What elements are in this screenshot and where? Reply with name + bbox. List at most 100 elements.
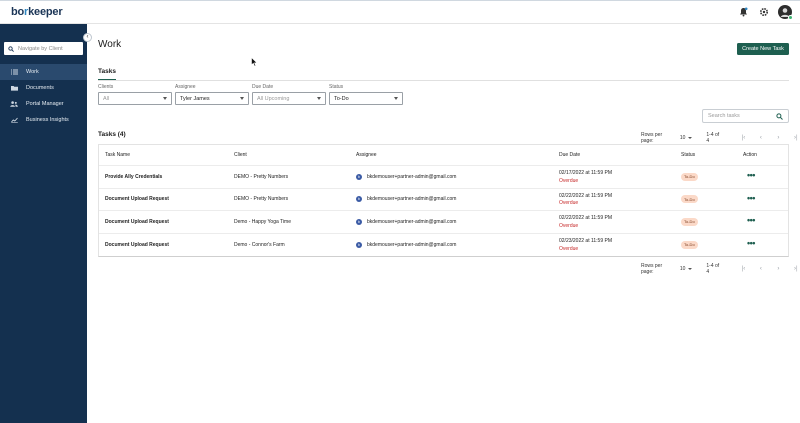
next-page-icon[interactable]: › [774, 134, 782, 143]
assignee-email: bkdemouser+partner-admin@gmail.com [367, 196, 457, 203]
table-row[interactable]: Document Upload Request Demo - Happy Yog… [99, 211, 788, 234]
clients-select[interactable]: All [98, 92, 172, 105]
clients-filter: Clients All [98, 84, 172, 105]
sidebar-item-label: Documents [26, 85, 54, 91]
assignee-email: bkdemouser+partner-admin@gmail.com [367, 218, 457, 225]
next-page-icon[interactable]: › [774, 265, 782, 274]
client-search-input[interactable]: Navigate by Client [4, 42, 83, 55]
top-bar: borkeeper [0, 0, 800, 24]
column-header-task-name[interactable]: Task Name [105, 145, 130, 165]
mouse-cursor-icon [251, 57, 258, 67]
overdue-label: Overdue [559, 222, 579, 229]
assignee-avatar: b [356, 173, 362, 180]
pagination-top: Rows per page: 10 1-4 of 4 |‹ ‹ › ›| [641, 132, 800, 144]
assignee-select-value: Tyler James [180, 95, 210, 102]
client-name: Demo - Connor's Farm [234, 241, 285, 248]
assignee-select[interactable]: Tyler James [175, 92, 249, 105]
column-header-status[interactable]: Status [681, 145, 695, 165]
sidebar-item-label: Portal Manager [26, 101, 64, 107]
page-range: 1-4 of 4 [706, 132, 720, 144]
sidebar-item-label: Work [26, 69, 39, 75]
folder-icon [10, 84, 18, 92]
chart-icon [10, 116, 18, 124]
task-name[interactable]: Document Upload Request [105, 219, 169, 225]
search-icon[interactable] [776, 113, 783, 120]
rows-per-page-label: Rows per page: [641, 263, 663, 275]
create-new-task-button[interactable]: Create New Task [737, 43, 789, 55]
status-select[interactable]: To-Do [329, 92, 403, 105]
last-page-icon[interactable]: ›| [792, 134, 800, 143]
due-date: 02/22/2022 at 11:59 PM [559, 192, 613, 199]
status-select-value: To-Do [334, 95, 349, 102]
sidebar-item-documents[interactable]: Documents [0, 80, 87, 96]
more-actions-icon[interactable]: ••• [747, 215, 755, 225]
first-page-icon[interactable]: |‹ [739, 134, 747, 143]
search-tasks-placeholder: Search tasks [708, 113, 740, 119]
sidebar-collapse-button[interactable]: ‹ [83, 33, 92, 42]
column-header-assignee[interactable]: Assignee [356, 145, 377, 165]
assignee-avatar: b [356, 196, 362, 203]
page-range: 1-4 of 4 [706, 263, 720, 275]
task-name[interactable]: Document Upload Request [105, 196, 169, 202]
search-tasks-input[interactable]: Search tasks [702, 109, 789, 123]
chevron-left-icon: ‹ [86, 34, 89, 40]
sidebar-item-label: Business Insights [26, 117, 69, 123]
prev-page-icon[interactable]: ‹ [757, 265, 765, 274]
user-avatar[interactable] [778, 5, 793, 20]
prev-page-icon[interactable]: ‹ [757, 134, 765, 143]
app-logo[interactable]: borkeeper [11, 6, 63, 18]
tab-bar: Tasks [98, 67, 789, 81]
table-row[interactable]: Document Upload Request Demo - Connor's … [99, 234, 788, 257]
rows-per-page-select[interactable]: 10 [680, 266, 693, 272]
task-name[interactable]: Provide Ally Credentials [105, 174, 162, 180]
first-page-icon[interactable]: |‹ [739, 265, 747, 274]
bell-icon[interactable] [736, 5, 750, 19]
sidebar: Navigate by Client Work Documents Portal… [0, 24, 87, 423]
main-content: Work Create New Task Tasks Clients All A… [87, 24, 800, 423]
sidebar-item-business-insights[interactable]: Business Insights [0, 112, 87, 128]
pagination-bottom: Rows per page: 10 1-4 of 4 |‹ ‹ › ›| [641, 263, 800, 275]
list-icon [10, 68, 18, 76]
status-filter: Status To-Do [329, 84, 403, 105]
table-row[interactable]: Document Upload Request DEMO - Pretty Nu… [99, 189, 788, 211]
due-date-select[interactable]: All Upcoming [252, 92, 326, 105]
more-actions-icon[interactable]: ••• [747, 193, 755, 203]
clients-filter-label: Clients [98, 84, 114, 90]
table-row[interactable]: Provide Ally Credentials DEMO - Pretty N… [99, 166, 788, 189]
more-actions-icon[interactable]: ••• [747, 238, 755, 248]
tab-tasks[interactable]: Tasks [98, 67, 116, 80]
column-header-client[interactable]: Client [234, 145, 247, 165]
due-date-filter: Due Date All Upcoming [252, 84, 326, 105]
more-actions-icon[interactable]: ••• [747, 170, 755, 180]
assignee-email: bkdemouser+partner-admin@gmail.com [367, 173, 457, 180]
assignee-filter-label: Assignee [175, 84, 196, 90]
overdue-label: Overdue [559, 200, 579, 206]
due-date: 02/23/2022 at 11:59 PM [559, 238, 613, 244]
sidebar-item-portal-manager[interactable]: Portal Manager [0, 96, 87, 112]
client-search-placeholder: Navigate by Client [18, 45, 63, 52]
chevron-down-icon [688, 268, 693, 270]
column-header-action: Action [743, 152, 757, 158]
sidebar-item-work[interactable]: Work [0, 64, 87, 80]
column-header-due-date[interactable]: Due Date [559, 145, 580, 165]
chevron-down-icon [163, 96, 167, 100]
page-title: Work [98, 39, 122, 50]
overdue-label: Overdue [559, 177, 579, 184]
client-name: DEMO - Pretty Numbers [234, 173, 289, 180]
search-icon [8, 45, 14, 52]
last-page-icon[interactable]: ›| [792, 265, 800, 274]
rows-per-page-value: 10 [679, 135, 686, 141]
client-name: DEMO - Pretty Numbers [234, 196, 289, 203]
gear-icon[interactable] [757, 5, 771, 19]
tasks-table: Task Name Client Assignee Due Date Statu… [98, 144, 789, 257]
rows-per-page-select[interactable]: 10 [680, 135, 693, 141]
users-icon [10, 100, 18, 108]
due-date: 02/17/2022 at 11:59 PM [559, 170, 613, 176]
assignee-email: bkdemouser+partner-admin@gmail.com [367, 241, 457, 248]
tasks-count-heading: Tasks (4) [98, 131, 126, 138]
status-filter-label: Status [329, 84, 344, 90]
task-name[interactable]: Document Upload Request [105, 242, 169, 248]
status-badge: To-Do [681, 172, 698, 181]
online-status-dot [788, 15, 793, 20]
rows-per-page-label: Rows per page: [641, 132, 663, 144]
